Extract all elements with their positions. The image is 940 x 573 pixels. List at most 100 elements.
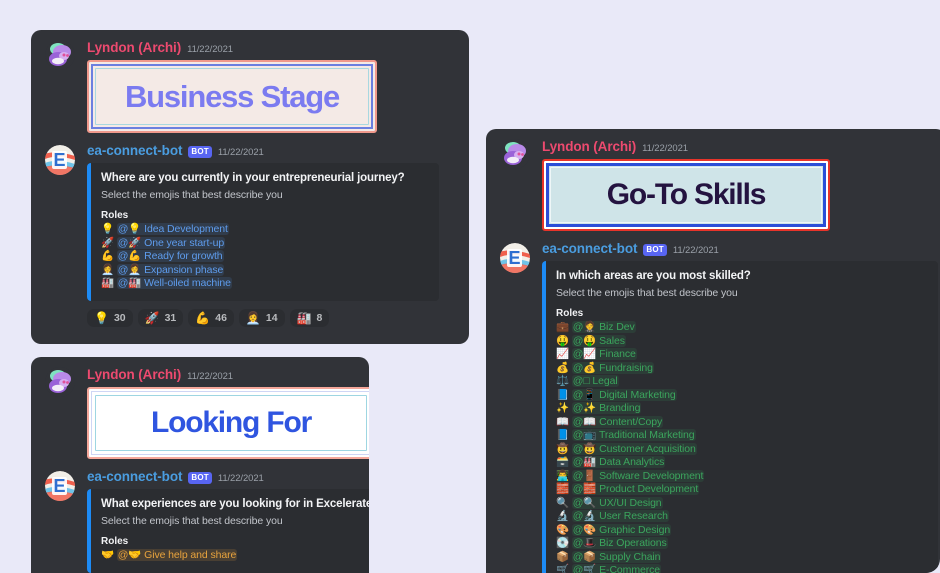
role-row[interactable]: 💡 @💡 Idea Development (101, 223, 427, 237)
role-row[interactable]: 📘 @📱 Digital Marketing (556, 388, 926, 403)
embed-field-name: Roles (101, 210, 129, 222)
role-emoji-icon[interactable]: 🧱 (556, 483, 572, 495)
message-author[interactable]: Lyndon (Archi) (87, 40, 181, 56)
banner-label: Go-To Skills (606, 178, 767, 212)
role-mention[interactable]: @🎩 Biz Operations (571, 537, 668, 550)
role-emoji-icon[interactable]: 🤠 (556, 443, 572, 455)
role-row[interactable]: 💼 @🤵 Biz Dev (556, 321, 926, 335)
role-mention[interactable]: @💰 Fundraising (571, 361, 654, 374)
role-row[interactable]: 💽 @🎩 Biz Operations (556, 537, 926, 551)
role-mention[interactable]: @🚀 One year start-up (116, 236, 226, 249)
message-author[interactable]: ea-connect-bot (87, 143, 182, 159)
role-row[interactable]: 📖 @📖 Content/Copy (556, 415, 926, 430)
role-row[interactable]: 👨‍💻 @🚪 Software Development (556, 469, 926, 484)
role-emoji-icon[interactable]: 🎨 (556, 524, 572, 536)
embed-description: Select the emojis that best describe you (556, 287, 738, 300)
role-mention[interactable]: @📺 Traditional Marketing (571, 429, 696, 442)
screenshot-root: Lyndon (Archi) 11/22/2021 Business Stage… (0, 0, 940, 573)
role-row[interactable]: 🏭 @🏭 Well-oiled machine (101, 277, 427, 291)
role-emoji-icon[interactable]: 🛒 (556, 564, 572, 573)
role-mention[interactable]: @□ Legal (571, 375, 619, 388)
role-row[interactable]: 📦 @📦 Supply Chain (556, 550, 926, 565)
role-row[interactable]: 🧱 @🧱 Product Development (556, 483, 926, 497)
role-emoji-icon[interactable]: 🤑 (556, 335, 572, 347)
role-mention[interactable]: @🏭 Well-oiled machine (116, 277, 232, 290)
role-emoji-icon[interactable]: 💼 (556, 321, 572, 333)
role-row[interactable]: 📈 @📈 Finance (556, 348, 926, 362)
avatar-ea-connect-bot[interactable]: E (500, 243, 530, 274)
role-row[interactable]: 🔬 @🔬 User Research (556, 510, 926, 524)
role-emoji-icon[interactable]: 🏭 (101, 277, 117, 289)
role-mention[interactable]: @🏭 Data Analytics (571, 456, 666, 469)
role-mention[interactable]: @📱 Digital Marketing (571, 388, 677, 401)
banner-business-stage[interactable]: Business Stage (87, 60, 377, 134)
role-emoji-icon[interactable]: 🗃️ (556, 456, 572, 468)
role-mention[interactable]: @🔬 User Research (571, 510, 669, 523)
role-row[interactable]: ⚖️ @□ Legal (556, 375, 926, 389)
role-mention[interactable]: @✨ Branding (571, 402, 642, 415)
role-row[interactable]: 💪 @💪 Ready for growth (101, 250, 427, 264)
role-row[interactable]: 🚀 @🚀 One year start-up (101, 236, 427, 251)
role-emoji-icon[interactable]: 📈 (556, 348, 572, 360)
role-mention[interactable]: @🧱 Product Development (571, 483, 700, 496)
role-mention[interactable]: @👩‍💼 Expansion phase (116, 263, 225, 276)
role-row[interactable]: 🛒 @🛒 E-Commerce (556, 564, 926, 573)
banner-go-to-skills[interactable]: Go-To Skills (542, 159, 830, 232)
reaction-pill[interactable]: 💪 46 (188, 308, 234, 327)
role-row[interactable]: 👩‍💼 @👩‍💼 Expansion phase (101, 263, 427, 278)
role-mention[interactable]: @🔍 UX/UI Design (571, 496, 663, 509)
role-mention[interactable]: @🤵 Biz Dev (571, 321, 636, 334)
role-row[interactable]: 🗃️ @🏭 Data Analytics (556, 456, 926, 470)
role-row[interactable]: 🤑 @🤑 Sales (556, 334, 926, 349)
role-mention[interactable]: @🤝 Give help and share (116, 549, 238, 562)
role-mention[interactable]: @🤑 Sales (571, 334, 626, 347)
role-mention[interactable]: @🎨 Graphic Design (571, 523, 672, 536)
message-author[interactable]: ea-connect-bot (542, 241, 637, 257)
reaction-pill[interactable]: 🚀 31 (137, 308, 184, 327)
role-emoji-icon[interactable]: 📘 (556, 389, 572, 401)
role-emoji-icon[interactable]: 💪 (101, 250, 117, 262)
role-emoji-icon[interactable]: 👨‍💻 (556, 470, 572, 482)
avatar-ea-connect-bot[interactable]: E (45, 145, 75, 176)
role-mention[interactable]: @🚪 Software Development (571, 469, 705, 482)
role-row[interactable]: 🎨 @🎨 Graphic Design (556, 523, 926, 538)
role-mention[interactable]: @🛒 E-Commerce (571, 564, 661, 573)
role-mention[interactable]: @🤠 Customer Acquisition (571, 442, 697, 455)
role-emoji-icon[interactable]: ⚖️ (556, 375, 572, 387)
role-row[interactable]: 🤠 @🤠 Customer Acquisition (556, 442, 926, 457)
banner-looking-for[interactable]: Looking For (87, 387, 369, 460)
role-row[interactable]: 🔍 @🔍 UX/UI Design (556, 496, 926, 511)
message-author[interactable]: ea-connect-bot (87, 469, 182, 485)
avatar-ea-connect-bot[interactable]: E (45, 471, 75, 502)
role-emoji-icon[interactable]: ✨ (556, 402, 572, 414)
role-emoji-icon[interactable]: 📦 (556, 551, 572, 563)
reaction-pill[interactable]: 👩‍💼 14 (238, 308, 285, 327)
role-mention[interactable]: @📖 Content/Copy (571, 415, 664, 428)
role-row[interactable]: ✨ @✨ Branding (556, 402, 926, 416)
user-message: Lyndon (Archi) 11/22/2021 Business Stage (31, 30, 469, 135)
role-emoji-icon[interactable]: 🚀 (101, 237, 117, 249)
role-emoji-icon[interactable]: 🔍 (556, 497, 572, 509)
role-emoji-icon[interactable]: 🔬 (556, 510, 572, 522)
role-row[interactable]: 💰 @💰 Fundraising (556, 361, 926, 376)
avatar-lyndon[interactable] (45, 40, 75, 70)
role-emoji-icon[interactable]: 💰 (556, 362, 572, 374)
role-emoji-icon[interactable]: 👩‍💼 (101, 264, 117, 276)
reaction-pill[interactable]: 🏭 8 (289, 308, 330, 327)
reaction-pill[interactable]: 💡 30 (87, 308, 133, 327)
role-emoji-icon[interactable]: 📖 (556, 416, 572, 428)
role-emoji-icon[interactable]: 🤝 (101, 549, 117, 561)
message-author[interactable]: Lyndon (Archi) (87, 367, 181, 383)
role-emoji-icon[interactable]: 💡 (101, 223, 117, 235)
role-mention[interactable]: @💪 Ready for growth (116, 250, 224, 263)
role-mention[interactable]: @📈 Finance (571, 348, 637, 361)
avatar-lyndon[interactable] (45, 367, 75, 397)
role-emoji-icon[interactable]: 💽 (556, 537, 572, 549)
message-author[interactable]: Lyndon (Archi) (542, 139, 636, 155)
avatar-lyndon[interactable] (500, 139, 530, 169)
role-mention[interactable]: @💡 Idea Development (116, 223, 229, 236)
role-row[interactable]: 🤝 @🤝 Give help and share (101, 549, 369, 563)
role-mention[interactable]: @📦 Supply Chain (571, 550, 662, 563)
role-emoji-icon[interactable]: 📘 (556, 429, 572, 441)
role-row[interactable]: 📘 @📺 Traditional Marketing (556, 429, 926, 443)
